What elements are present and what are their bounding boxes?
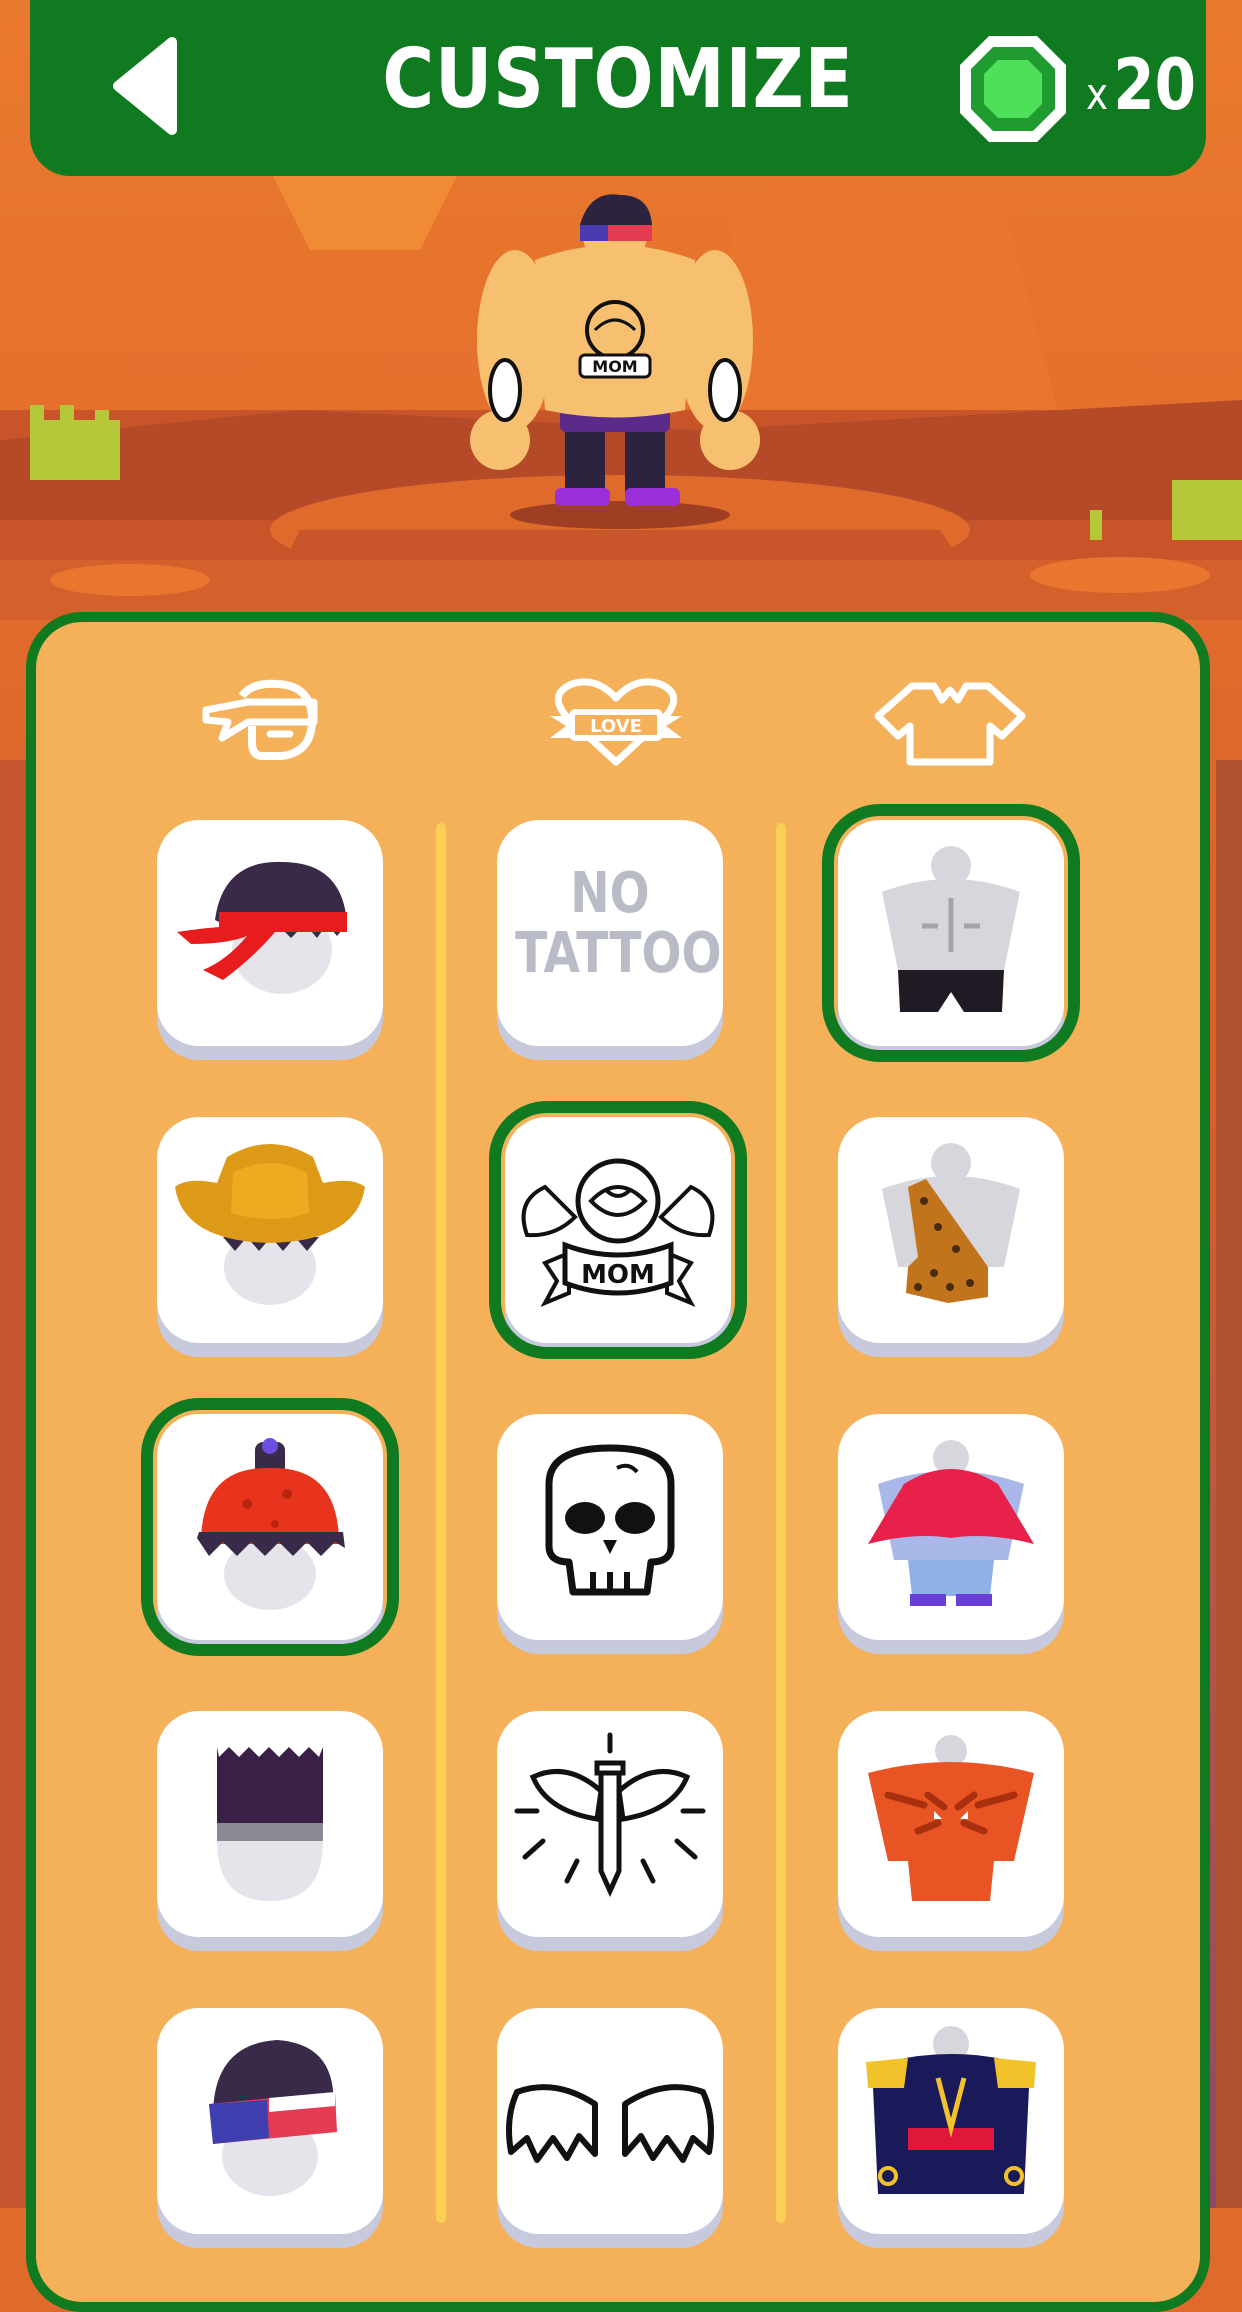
outfit-item-leopard[interactable]	[838, 1117, 1064, 1343]
love-label: LOVE	[590, 716, 642, 737]
tab-outfits[interactable]	[872, 676, 1028, 766]
outfit-item-matador[interactable]	[838, 2008, 1064, 2234]
tab-headgear[interactable]	[198, 676, 324, 766]
mom-banner-text: MOM	[581, 1260, 655, 1290]
bat-wings-tattoo-icon	[506, 2084, 714, 2163]
no-tattoo-label: NO TATTOO	[515, 861, 722, 986]
bandana-head-icon	[202, 679, 318, 760]
tattoo-item-winged-sword[interactable]	[497, 1711, 723, 1937]
outfit-item-red-cape[interactable]	[838, 1414, 1064, 1640]
column-divider	[776, 823, 786, 2223]
tattoo-banner-text: MOM	[592, 357, 637, 376]
winged-sword-tattoo-icon	[514, 1732, 706, 1898]
rose-mom-tattoo-icon: MOM	[521, 1158, 715, 1308]
green-gem-icon	[954, 30, 1072, 148]
love-heart-tattoo-icon: LOVE	[550, 678, 682, 766]
tiger-costume-icon	[868, 1735, 1034, 1901]
header-bar: CUSTOMIZE x20	[30, 0, 1206, 176]
cowboy-hat-icon	[175, 1144, 365, 1305]
gem-count: x20	[1086, 44, 1196, 126]
gem-multiplier: x	[1086, 69, 1109, 120]
outfit-item-bare-torso[interactable]	[822, 804, 1080, 1062]
torn-shirt-icon	[874, 682, 1026, 766]
tattoo-item-bat-wings[interactable]	[497, 2008, 723, 2234]
tattoo-item-skull[interactable]	[497, 1414, 723, 1640]
red-cape-outfit-icon	[868, 1440, 1034, 1606]
skull-tattoo-icon	[545, 1444, 675, 1596]
tattoo-item-rose-mom[interactable]: MOM	[489, 1101, 747, 1359]
headgear-item-red-headband[interactable]	[157, 820, 383, 1046]
character-preview: MOM	[430, 190, 800, 530]
matador-jacket-icon	[866, 2026, 1036, 2194]
headgear-item-flag-bandana[interactable]	[157, 2008, 383, 2234]
gem-count-value: 20	[1113, 44, 1197, 126]
bare-torso-shorts-icon	[882, 846, 1020, 1012]
headgear-item-red-beanie[interactable]	[141, 1398, 399, 1656]
red-beanie-icon	[197, 1438, 345, 1610]
headgear-item-tall-hair[interactable]	[157, 1711, 383, 1937]
tall-hair-icon	[217, 1747, 323, 1901]
column-divider	[436, 823, 446, 2223]
leopard-caveman-outfit-icon	[882, 1143, 1020, 1303]
red-headband-hair-icon	[177, 861, 347, 994]
tab-tattoos[interactable]: LOVE	[546, 676, 686, 766]
headgear-item-cowboy-hat[interactable]	[157, 1117, 383, 1343]
flag-bandana-hair-icon	[209, 2040, 337, 2196]
tattoo-item-none[interactable]: NO TATTOO	[497, 820, 723, 1046]
outfit-item-tiger[interactable]	[838, 1711, 1064, 1937]
